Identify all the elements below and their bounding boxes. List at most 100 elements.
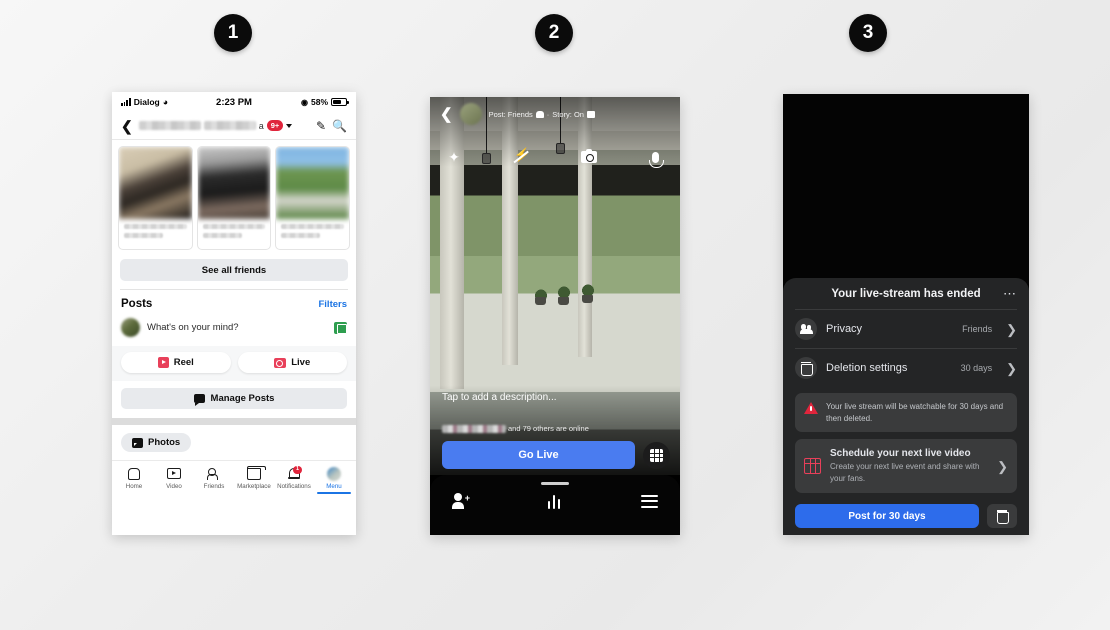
- friend-name-redacted: [442, 424, 506, 433]
- section-gap: [112, 418, 356, 425]
- avatar: [459, 103, 482, 125]
- friend-card[interactable]: [118, 146, 193, 250]
- photos-icon: [132, 437, 143, 448]
- camera-tools-row: ✦: [430, 147, 680, 168]
- profile-topbar: ❮ a 9+ ✎ 🔍: [112, 112, 356, 140]
- see-all-friends-button[interactable]: See all friends: [120, 259, 348, 281]
- tab-label: Friends: [203, 482, 225, 490]
- privacy-row[interactable]: Privacy Friends ❯: [794, 310, 1018, 348]
- reel-icon: [157, 357, 169, 368]
- notification-badge: 1: [292, 465, 302, 475]
- microphone-icon[interactable]: [646, 147, 666, 168]
- flip-camera-icon[interactable]: [579, 147, 599, 167]
- retention-warning-banner: Your live stream will be watchable for 3…: [795, 393, 1017, 433]
- deletion-settings-value: 30 days: [960, 363, 993, 373]
- manage-posts-button[interactable]: Manage Posts: [121, 388, 347, 409]
- tab-video[interactable]: Video: [154, 467, 194, 490]
- retention-warning-text: Your live stream will be watchable for 3…: [826, 402, 1004, 423]
- step-badge-2: 2: [535, 14, 573, 52]
- chevron-down-icon[interactable]: [286, 123, 293, 128]
- friend-card-thumbnail: [119, 147, 192, 219]
- schedule-card-title: Schedule your next live video: [830, 448, 971, 460]
- tab-label: Home: [125, 482, 143, 490]
- notification-count-badge: 9+: [266, 120, 284, 131]
- live-icon: [274, 357, 287, 368]
- story-status-label: Story: On: [552, 109, 584, 119]
- tab-menu[interactable]: Menu: [314, 466, 354, 494]
- live-audience-subtitle[interactable]: Post: Friends · Story: On: [489, 110, 670, 119]
- manage-posts-label: Manage Posts: [210, 393, 275, 404]
- friend-card-thumbnail: [276, 147, 350, 219]
- add-person-icon[interactable]: +: [452, 493, 470, 509]
- flash-off-icon[interactable]: [511, 147, 531, 167]
- friend-card[interactable]: [275, 146, 351, 250]
- composer-placeholder[interactable]: What's on your mind?: [147, 322, 327, 333]
- photos-label: Photos: [148, 437, 181, 448]
- warning-triangle-icon: [804, 402, 818, 414]
- live-bottom-actions: +: [430, 493, 680, 509]
- tab-label: Menu: [326, 482, 342, 490]
- chevron-right-icon: ❯: [1006, 321, 1017, 337]
- online-friends-status: and 79 others are online: [442, 424, 668, 433]
- search-icon[interactable]: 🔍: [332, 119, 347, 133]
- hamburger-menu-icon[interactable]: [641, 494, 658, 508]
- phone-screenshot-1: Dialog ◕ 2:23 PM ◉ 58% ❮ a 9+ ✎ 🔍 See al…: [112, 92, 356, 535]
- signal-bars-icon: [121, 98, 131, 106]
- reel-button[interactable]: Reel: [121, 352, 231, 373]
- go-live-button[interactable]: Go Live: [442, 441, 635, 469]
- status-left: Dialog ◕: [121, 97, 216, 107]
- photo-icon[interactable]: [334, 321, 347, 334]
- go-live-row: Go Live: [442, 441, 670, 469]
- back-icon[interactable]: ❮: [440, 107, 453, 122]
- step-number: 1: [227, 22, 239, 43]
- posts-header: Posts Filters: [112, 290, 356, 316]
- tab-label: Notifications: [277, 482, 311, 490]
- posts-heading: Posts: [121, 298, 153, 310]
- schedule-card-text: Schedule your next live video Create you…: [830, 448, 988, 484]
- tab-marketplace[interactable]: Marketplace: [234, 465, 274, 490]
- back-icon[interactable]: ❮: [121, 119, 133, 133]
- marketplace-icon: [246, 465, 266, 481]
- step-badge-1: 1: [214, 14, 252, 52]
- post-for-30-days-button[interactable]: Post for 30 days: [795, 504, 979, 529]
- step-number: 3: [862, 22, 874, 43]
- wifi-icon: ◕: [162, 97, 169, 107]
- scene-plant: [558, 279, 570, 297]
- tab-label: Marketplace: [237, 482, 271, 490]
- delete-button[interactable]: [987, 504, 1017, 529]
- status-right: ◉ 58%: [252, 97, 349, 107]
- profile-name-redacted: a 9+: [138, 120, 310, 131]
- friend-card-meta: [119, 219, 192, 249]
- filters-link[interactable]: Filters: [318, 299, 347, 310]
- tab-notifications[interactable]: 1 Notifications: [274, 465, 314, 490]
- battery-percent-label: 58%: [310, 97, 328, 107]
- grid-keypad-icon[interactable]: [643, 441, 670, 469]
- live-header: ❮ Post: Friends · Story: On: [430, 103, 680, 125]
- friend-card[interactable]: [196, 146, 272, 250]
- phone-screenshot-2: ❮ Post: Friends · Story: On ✦ Tap to add…: [430, 97, 680, 535]
- more-horizontal-icon[interactable]: ⋯: [1003, 287, 1017, 301]
- post-composer[interactable]: What's on your mind?: [112, 316, 356, 346]
- bar-chart-icon[interactable]: [547, 494, 563, 509]
- scene-plant-pot: [558, 297, 569, 305]
- deletion-settings-row[interactable]: Deletion settings 30 days ❯: [794, 349, 1018, 387]
- sheet-drag-handle[interactable]: [541, 482, 569, 485]
- pencil-icon[interactable]: ✎: [316, 119, 326, 133]
- story-icon: [586, 110, 595, 118]
- tab-friends[interactable]: Friends: [194, 467, 234, 490]
- photos-chip[interactable]: Photos: [121, 433, 192, 452]
- calendar-icon: [804, 458, 821, 475]
- live-button[interactable]: Live: [237, 352, 347, 373]
- sheet-title: Your live-stream has ended: [831, 288, 981, 300]
- effects-magic-wand-icon[interactable]: ✦: [444, 147, 464, 167]
- privacy-label: Privacy: [826, 323, 863, 335]
- home-icon: [128, 467, 140, 481]
- online-count-label: and 79 others are online: [508, 424, 589, 433]
- schedule-live-video-card[interactable]: Schedule your next live video Create you…: [795, 439, 1017, 494]
- chevron-right-icon: ❯: [997, 458, 1008, 474]
- profile-name-suffix: a: [258, 120, 264, 131]
- avatar-icon: [327, 466, 341, 481]
- description-input[interactable]: Tap to add a description...: [442, 392, 557, 403]
- schedule-card-subtitle: Create your next live event and share wi…: [830, 462, 980, 483]
- tab-home[interactable]: Home: [114, 467, 154, 490]
